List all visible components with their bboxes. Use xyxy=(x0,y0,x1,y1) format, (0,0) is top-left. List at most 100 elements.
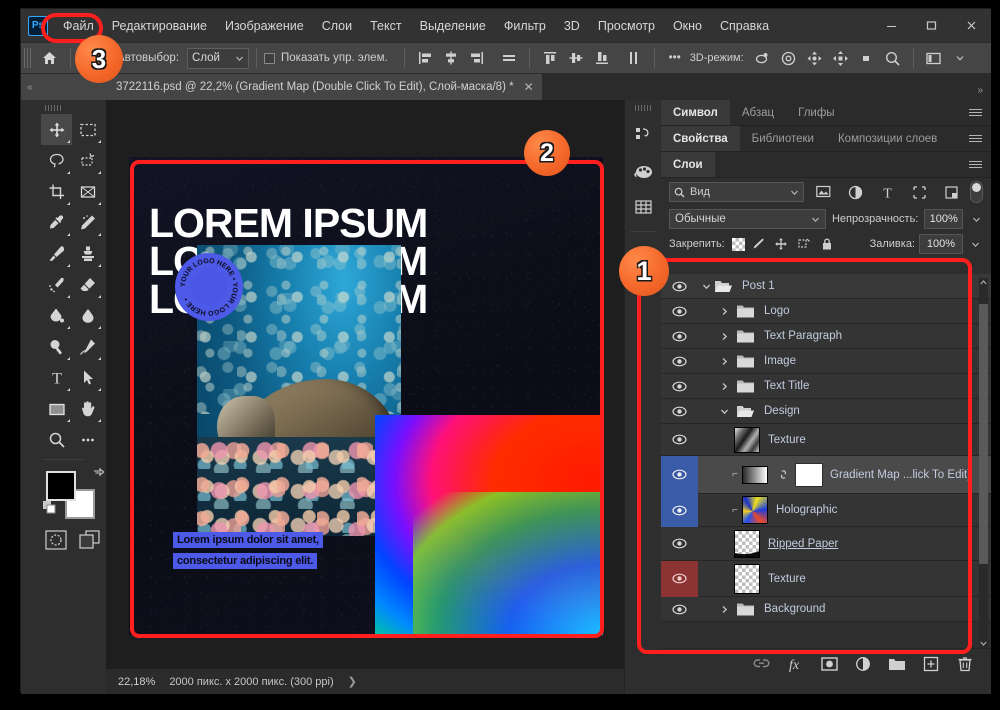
new-layer-icon[interactable] xyxy=(921,654,941,674)
edit-toolbar-tool[interactable] xyxy=(72,424,103,455)
lasso-tool[interactable] xyxy=(41,145,72,176)
lock-image-icon[interactable] xyxy=(749,235,768,253)
table-row[interactable]: Texture xyxy=(661,561,991,597)
3d-scale-icon[interactable] xyxy=(854,46,880,70)
brush-tool[interactable] xyxy=(41,238,72,269)
minimize-button[interactable] xyxy=(871,9,911,42)
layer-visibility-toggle[interactable] xyxy=(661,531,698,556)
chevron-right-icon[interactable] xyxy=(716,605,732,614)
layer-mask-thumbnail[interactable] xyxy=(796,464,822,486)
layer-thumbnail[interactable] xyxy=(742,496,768,524)
menu-item-layers[interactable]: Слои xyxy=(313,14,361,38)
eyedropper-tool[interactable] xyxy=(41,207,72,238)
quick-mask-icon[interactable] xyxy=(45,530,67,555)
clone-stamp-tool[interactable] xyxy=(72,238,103,269)
object-selection-tool[interactable] xyxy=(72,145,103,176)
eraser-tool[interactable] xyxy=(72,269,103,300)
workspace-chevron-icon[interactable] xyxy=(947,46,973,70)
menu-item-window[interactable]: Окно xyxy=(664,14,711,38)
link-layers-icon[interactable] xyxy=(751,654,771,674)
pixel-filter-icon[interactable] xyxy=(810,181,836,203)
rail-grip[interactable] xyxy=(635,105,651,111)
tab-layer-comps[interactable]: Композиции слоев xyxy=(826,126,949,151)
panel-menu-icon[interactable] xyxy=(969,100,991,125)
layer-thumbnail[interactable] xyxy=(734,427,760,453)
close-icon[interactable]: ✕ xyxy=(524,80,534,94)
layer-visibility-toggle[interactable] xyxy=(661,399,698,424)
menu-item-view[interactable]: Просмотр xyxy=(589,14,664,38)
show-controls-checkbox[interactable] xyxy=(264,53,275,64)
layer-visibility-toggle[interactable] xyxy=(661,494,698,527)
layer-thumbnail[interactable] xyxy=(734,530,760,558)
color-swatches-icon[interactable] xyxy=(625,153,662,189)
filter-enable-toggle[interactable] xyxy=(970,181,983,203)
layer-visibility-toggle[interactable] xyxy=(661,299,698,324)
3d-roll-icon[interactable] xyxy=(776,46,802,70)
menu-item-selection[interactable]: Выделение xyxy=(411,14,495,38)
3d-slide-icon[interactable] xyxy=(828,46,854,70)
blend-mode-select[interactable]: Обычные xyxy=(669,209,826,229)
layer-style-fx-icon[interactable]: fx xyxy=(785,654,805,674)
tab-layers[interactable]: Слои xyxy=(661,152,715,177)
canvas-area[interactable]: LOREM IPSUM LOREM IPSUM LOREM IPSUM xyxy=(106,100,624,668)
3d-pan-icon[interactable] xyxy=(802,46,828,70)
swap-colors-icon[interactable] xyxy=(92,467,105,483)
collapse-panels-icon[interactable]: » xyxy=(977,85,991,100)
opacity-chevron-icon[interactable] xyxy=(969,209,983,229)
tab-properties[interactable]: Свойства xyxy=(661,126,740,151)
distribute-icon[interactable] xyxy=(496,46,522,70)
link-mask-icon[interactable] xyxy=(776,468,790,481)
add-mask-icon[interactable] xyxy=(819,654,839,674)
chevron-down-icon[interactable] xyxy=(698,282,714,291)
path-selection-tool[interactable] xyxy=(72,362,103,393)
more-options-icon[interactable]: ••• xyxy=(662,46,688,70)
tab-character[interactable]: Символ xyxy=(661,100,730,125)
layer-thumbnail[interactable] xyxy=(734,564,760,594)
adjustment-filter-icon[interactable] xyxy=(842,181,868,203)
layer-list[interactable]: Post 1 Logo xyxy=(661,274,991,656)
maximize-button[interactable] xyxy=(911,9,951,42)
delete-layer-icon[interactable] xyxy=(955,654,975,674)
fill-input[interactable]: 100% xyxy=(919,234,963,254)
status-expand-icon[interactable]: ❯ xyxy=(348,675,357,688)
new-group-icon[interactable] xyxy=(887,654,907,674)
table-row[interactable]: Design xyxy=(661,399,991,424)
type-tool[interactable]: T xyxy=(41,362,72,393)
collapse-toolbox-icon[interactable]: « xyxy=(27,82,33,93)
chevron-right-icon[interactable] xyxy=(716,382,732,391)
table-row[interactable]: Post 1 xyxy=(661,274,991,299)
artboard[interactable]: LOREM IPSUM LOREM IPSUM LOREM IPSUM xyxy=(129,157,603,635)
menu-item-filter[interactable]: Фильтр xyxy=(495,14,555,38)
pen-tool[interactable] xyxy=(72,331,103,362)
shape-filter-icon[interactable] xyxy=(906,181,932,203)
move-tool[interactable] xyxy=(41,114,72,145)
table-row[interactable]: Ripped Paper xyxy=(661,527,991,561)
search-icon[interactable] xyxy=(880,46,906,70)
align-horizontal-centers-icon[interactable] xyxy=(438,46,464,70)
gradient-tool[interactable] xyxy=(41,300,72,331)
home-icon[interactable] xyxy=(35,46,63,70)
opacity-input[interactable]: 100% xyxy=(924,209,963,229)
layer-list-scrollbar[interactable] xyxy=(979,278,988,652)
scroll-up-icon[interactable] xyxy=(979,278,988,291)
menu-item-edit[interactable]: Редактирование xyxy=(103,14,216,38)
lock-transparent-icon[interactable] xyxy=(732,238,745,251)
close-button[interactable] xyxy=(951,9,991,42)
layer-visibility-toggle[interactable] xyxy=(661,597,698,622)
menu-item-image[interactable]: Изображение xyxy=(216,14,313,38)
blur-tool[interactable] xyxy=(72,300,103,331)
chevron-right-icon[interactable] xyxy=(716,307,732,316)
lock-artboard-icon[interactable] xyxy=(795,235,814,253)
table-row[interactable]: ⌐ Holographic xyxy=(661,494,991,527)
zoom-tool[interactable] xyxy=(41,424,72,455)
spot-healing-brush-tool[interactable] xyxy=(72,207,103,238)
table-row[interactable]: Background xyxy=(661,597,991,622)
history-icon[interactable] xyxy=(625,117,662,153)
autoselect-target-select[interactable]: Слой xyxy=(187,48,249,69)
align-vertical-centers-icon[interactable] xyxy=(563,46,589,70)
menu-item-help[interactable]: Справка xyxy=(711,14,778,38)
align-left-edges-icon[interactable] xyxy=(412,46,438,70)
crop-tool[interactable] xyxy=(41,176,72,207)
table-row[interactable]: Logo xyxy=(661,299,991,324)
screen-mode-icon[interactable] xyxy=(79,530,101,555)
